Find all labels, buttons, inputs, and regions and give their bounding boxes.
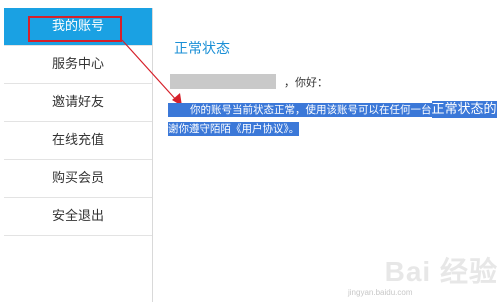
sidebar-item-service-center[interactable]: 服务中心 bbox=[4, 46, 152, 84]
sidebar-item-label: 安全退出 bbox=[51, 209, 104, 224]
status-message-line1: 你的账号当前状态正常，使用该账号可以在任何一台 bbox=[168, 103, 432, 117]
sidebar-item-invite-friends[interactable]: 邀请好友 bbox=[4, 84, 152, 122]
sidebar-item-label: 购买会员 bbox=[51, 171, 104, 186]
sidebar-item-recharge[interactable]: 在线充值 bbox=[4, 122, 152, 160]
baidu-jingyan-watermark: Bai 经验 jingyan.baidu.com bbox=[348, 248, 498, 298]
sidebar-item-label: 服务中心 bbox=[51, 57, 104, 72]
sidebar-item-label: 邀请好友 bbox=[51, 95, 104, 110]
status-message: 你的账号当前状态正常，使用该账号可以在任何一台正常状态的 谢你遵守陌陌《用户协议… bbox=[168, 100, 500, 139]
status-message-line2: 谢你遵守陌陌《用户协议》。 bbox=[168, 122, 300, 136]
sidebar-item-my-account[interactable]: 我的账号 bbox=[4, 8, 152, 46]
page-title: 正常状态 bbox=[174, 41, 230, 57]
sidebar-item-label: 我的账号 bbox=[51, 19, 104, 34]
sidebar: 我的账号 服务中心 邀请好友 在线充值 购买会员 安全退出 bbox=[4, 8, 153, 302]
watermark-url: jingyan.baidu.com bbox=[348, 288, 413, 297]
greeting-text: ，你好： bbox=[284, 76, 328, 89]
sidebar-item-logout[interactable]: 安全退出 bbox=[4, 198, 152, 236]
watermark-brand: Bai 经验 bbox=[384, 256, 498, 287]
sidebar-item-buy-membership[interactable]: 购买会员 bbox=[4, 160, 152, 198]
sidebar-item-label: 在线充值 bbox=[51, 133, 104, 148]
status-message-line1-big: 正常状态的 bbox=[431, 101, 497, 118]
username-redacted bbox=[170, 74, 276, 89]
